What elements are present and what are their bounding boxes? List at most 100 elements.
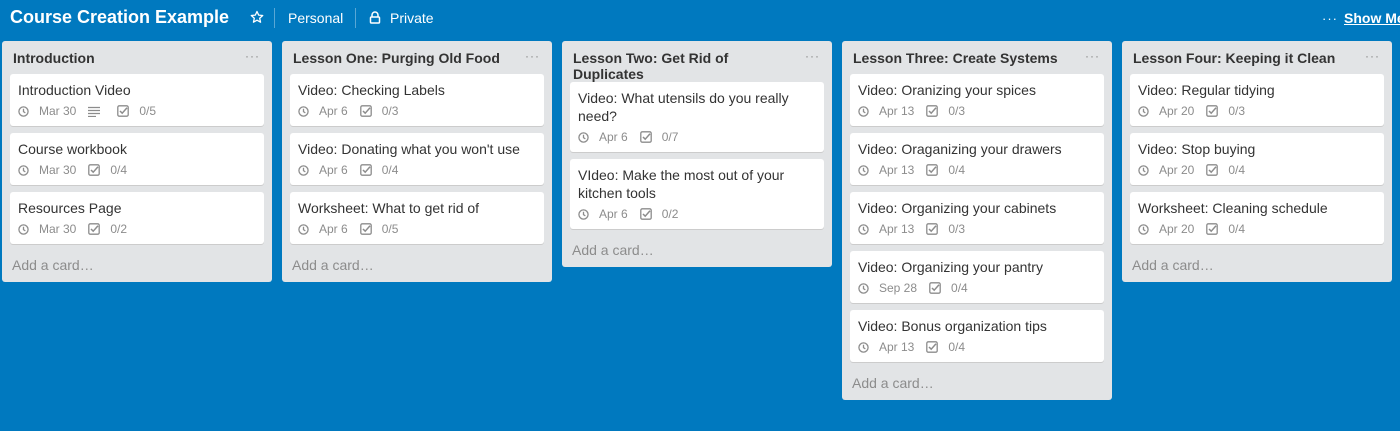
card-title: Worksheet: Cleaning schedule — [1138, 200, 1328, 216]
card-list: Video: Checking Labels Apr 6 0/3 Video: Don… — [282, 74, 552, 244]
due-date-badge: Apr 20 — [1138, 104, 1194, 118]
checklist-icon — [926, 223, 943, 235]
card-badges: Apr 13 0/3 — [858, 103, 1096, 119]
card[interactable]: Video: Oranizing your spices Apr 13 0/3 — [850, 74, 1104, 126]
due-date-text: Apr 6 — [319, 104, 348, 118]
due-date-text: Apr 20 — [1159, 222, 1195, 236]
due-date-badge: Apr 6 — [298, 163, 348, 177]
due-date-badge: Apr 6 — [298, 104, 348, 118]
team-button[interactable]: Personal — [288, 10, 343, 26]
list-title[interactable]: Lesson One: Purging Old Food — [293, 50, 542, 66]
checklist-badge: 0/3 — [1206, 104, 1245, 118]
card-badges: Apr 6 0/4 — [298, 162, 536, 178]
card-badges: Apr 13 0/4 — [858, 339, 1096, 355]
checklist-icon — [359, 105, 377, 117]
due-date-badge: Apr 6 — [578, 130, 628, 144]
card[interactable]: Video: Checking Labels Apr 6 0/3 — [290, 74, 544, 126]
card[interactable]: VIdeo: Make the most out of your kitchen… — [570, 159, 824, 229]
card-title: Resources Page — [18, 200, 122, 216]
card-list: Introduction Video Mar 30 0/5 Course workbo… — [2, 74, 272, 244]
add-card-button[interactable]: Add a card… — [842, 369, 1112, 400]
clock-icon — [1138, 223, 1154, 235]
card-badges: Apr 20 0/4 — [1138, 162, 1376, 178]
card[interactable]: Video: Organizing your cabinets Apr 13 0/3 — [850, 192, 1104, 244]
due-date-text: Apr 6 — [319, 222, 348, 236]
list-title[interactable]: Lesson Four: Keeping it Clean — [1133, 50, 1382, 66]
checklist-icon — [926, 341, 943, 353]
checklist-icon — [117, 105, 134, 117]
checklist-count: 0/2 — [110, 222, 128, 236]
card[interactable]: Course workbook Mar 30 0/4 — [10, 133, 264, 185]
due-date-badge: Apr 13 — [858, 104, 914, 118]
due-date-badge: Apr 6 — [578, 207, 628, 221]
list-menu-icon[interactable]: ··· — [1085, 49, 1100, 63]
checklist-icon — [926, 105, 943, 117]
list-header: Lesson Four: Keeping it Clean ··· — [1122, 41, 1392, 74]
list: Lesson Two: Get Rid of Duplicates ··· Vide… — [562, 41, 832, 267]
card-badges: Apr 6 0/3 — [298, 103, 536, 119]
list-title[interactable]: Introduction — [13, 50, 262, 66]
checklist-icon — [1206, 164, 1223, 176]
due-date-badge: Apr 20 — [1138, 163, 1194, 177]
due-date-text: Apr 20 — [1159, 163, 1195, 177]
description-icon — [88, 106, 105, 117]
checklist-badge: 0/5 — [359, 222, 398, 236]
board-header: Course Creation Example Personal Private… — [0, 0, 1400, 36]
card[interactable]: Video: Donating what you won't use Apr 6 0… — [290, 133, 544, 185]
card-badges: Apr 13 0/3 — [858, 221, 1096, 237]
add-card-button[interactable]: Add a card… — [1122, 251, 1392, 282]
list-menu-icon[interactable]: ··· — [525, 49, 540, 63]
card[interactable]: Resources Page Mar 30 0/2 — [10, 192, 264, 244]
visibility-button[interactable]: Private — [390, 10, 434, 26]
add-card-button[interactable]: Add a card… — [2, 251, 272, 282]
card[interactable]: Introduction Video Mar 30 0/5 — [10, 74, 264, 126]
due-date-badge: Sep 28 — [858, 281, 917, 295]
checklist-badge: 0/3 — [926, 104, 965, 118]
list-header: Introduction ··· — [2, 41, 272, 74]
card[interactable]: Video: Stop buying Apr 20 0/4 — [1130, 133, 1384, 185]
checklist-count: 0/4 — [110, 163, 128, 177]
card-badges: Mar 30 0/5 — [18, 103, 256, 119]
card-title: Video: Donating what you won't use — [298, 141, 520, 157]
card[interactable]: Video: Oraganizing your drawers Apr 13 0/4 — [850, 133, 1104, 185]
card[interactable]: Video: Organizing your pantry Sep 28 0/4 — [850, 251, 1104, 303]
checklist-count: 0/4 — [1228, 163, 1246, 177]
star-icon[interactable] — [250, 10, 264, 24]
due-date-text: Mar 30 — [39, 222, 77, 236]
due-date-badge: Apr 13 — [858, 222, 914, 236]
card[interactable]: Worksheet: What to get rid of Apr 6 0/5 — [290, 192, 544, 244]
show-menu-label: Show Me — [1344, 10, 1400, 26]
board-title[interactable]: Course Creation Example — [10, 7, 229, 28]
card-title: Video: Organizing your cabinets — [858, 200, 1057, 216]
card[interactable]: Video: Bonus organization tips Apr 13 0/4 — [850, 310, 1104, 362]
list-menu-icon[interactable]: ··· — [805, 49, 820, 63]
checklist-icon — [88, 223, 105, 235]
card[interactable]: Worksheet: Cleaning schedule Apr 20 0/4 — [1130, 192, 1384, 244]
card[interactable]: Video: Regular tidying Apr 20 0/3 — [1130, 74, 1384, 126]
card-badges: Mar 30 0/4 — [18, 162, 256, 178]
list-title[interactable]: Lesson Three: Create Systems — [853, 50, 1102, 66]
list-menu-icon[interactable]: ··· — [245, 49, 260, 63]
card-title: Video: Oranizing your spices — [858, 82, 1036, 98]
due-date-text: Apr 13 — [879, 163, 915, 177]
due-date-text: Apr 13 — [879, 340, 915, 354]
due-date-text: Mar 30 — [39, 104, 77, 118]
due-date-text: Mar 30 — [39, 163, 77, 177]
lock-icon — [369, 11, 381, 24]
add-card-button[interactable]: Add a card… — [282, 251, 552, 282]
clock-icon — [298, 105, 314, 117]
checklist-count: 0/4 — [381, 163, 399, 177]
due-date-text: Apr 6 — [599, 130, 628, 144]
show-menu-button[interactable]: ··· Show Me — [1322, 10, 1400, 26]
due-date-badge: Apr 13 — [858, 163, 914, 177]
add-card-button[interactable]: Add a card… — [562, 236, 832, 267]
card[interactable]: Video: What utensils do you really need?… — [570, 82, 824, 152]
card-title: Worksheet: What to get rid of — [298, 200, 480, 216]
clock-icon — [858, 105, 874, 117]
checklist-badge: 0/2 — [88, 222, 127, 236]
list-title[interactable]: Lesson Two: Get Rid of Duplicates — [573, 50, 822, 82]
checklist-badge: 0/4 — [1206, 163, 1245, 177]
card-title: Video: What utensils do you really need? — [578, 90, 789, 124]
checklist-badge: 0/5 — [117, 104, 156, 118]
list-menu-icon[interactable]: ··· — [1365, 49, 1380, 63]
